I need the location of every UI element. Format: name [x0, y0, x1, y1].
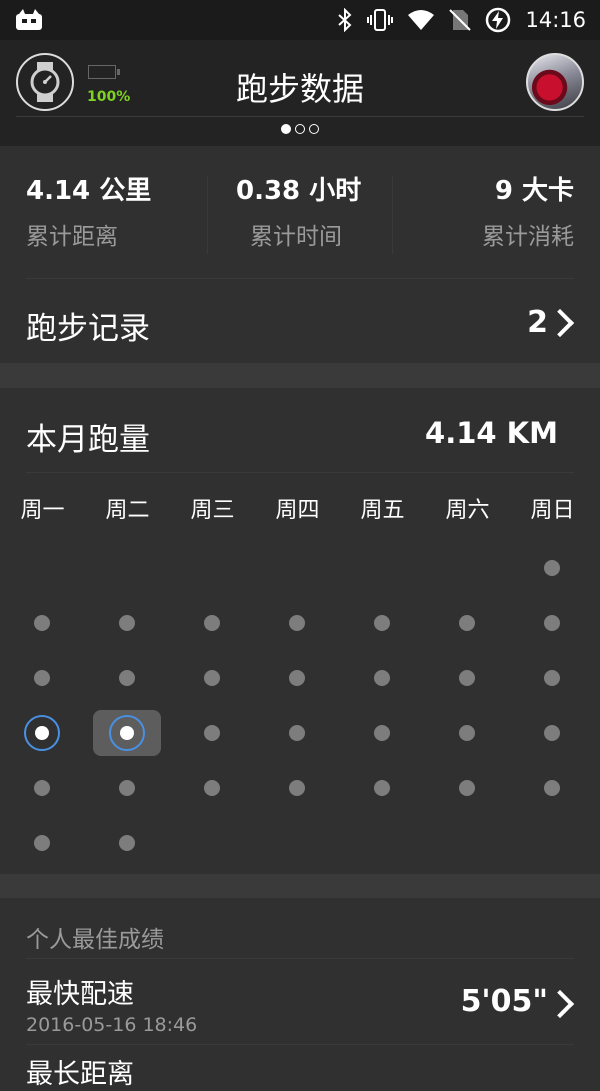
weekday-label: 周五 — [360, 498, 405, 523]
user-avatar[interactable] — [526, 53, 584, 111]
stat-calories-value: 9 大卡 — [494, 176, 574, 206]
vibrate-icon — [367, 9, 394, 31]
stat-divider — [392, 176, 393, 254]
calendar-day-dot[interactable] — [119, 780, 135, 796]
calendar-day-dot[interactable] — [289, 670, 305, 686]
calendar-day-dot[interactable] — [119, 670, 135, 686]
page-indicator[interactable] — [0, 124, 600, 134]
no-sim-icon — [449, 9, 472, 31]
calendar-day-dot[interactable] — [544, 560, 560, 576]
calendar-day-dot[interactable] — [204, 670, 220, 686]
stat-time-label: 累计时间 — [250, 224, 342, 250]
calendar-day-dot[interactable] — [459, 780, 475, 796]
stat-time: 0.38 小时 累计时间 — [236, 170, 361, 251]
wifi-icon — [408, 10, 435, 30]
calendar-day-dot[interactable] — [34, 670, 50, 686]
calendar-day-dot-active[interactable] — [120, 726, 134, 740]
stat-divider — [207, 176, 208, 254]
stat-calories-label: 累计消耗 — [482, 224, 574, 250]
monthly-mileage-total: 4.14 KM — [425, 416, 558, 450]
section-spacer — [0, 874, 600, 898]
run-records-row[interactable]: 跑步记录 2 — [0, 279, 600, 363]
weekday-label: 周三 — [190, 498, 235, 523]
page-dot-2[interactable] — [295, 124, 305, 134]
calendar-day-dot[interactable] — [204, 780, 220, 796]
fastest-pace-date: 2016-05-16 18:46 — [26, 1014, 198, 1036]
calendar-day-dot[interactable] — [544, 615, 560, 631]
calendar-day-dot[interactable] — [544, 670, 560, 686]
page-dot-3[interactable] — [309, 124, 319, 134]
weekday-label: 周日 — [530, 498, 575, 523]
fastest-pace-label: 最快配速 — [26, 979, 134, 1010]
longest-distance-label[interactable]: 最长距离 — [26, 1052, 134, 1091]
calendar-day-dot[interactable] — [204, 615, 220, 631]
calendar-day-dot[interactable] — [289, 725, 305, 741]
divider — [26, 472, 574, 473]
calendar-day-dot[interactable] — [459, 670, 475, 686]
calendar-day-dot[interactable] — [374, 780, 390, 796]
calendar-day-dot[interactable] — [289, 615, 305, 631]
personal-best-section: 个人最佳成绩 最快配速 2016-05-16 18:46 5'05" 最长距离 — [0, 898, 600, 1090]
page-title: 跑步数据 — [235, 70, 364, 108]
calendar-day-dot[interactable] — [544, 725, 560, 741]
summary-stats: 4.14 公里 累计距离 0.38 小时 累计时间 9 大卡 累计消耗 — [0, 146, 600, 278]
personal-best-header: 个人最佳成绩 — [26, 927, 164, 953]
weekday-label: 周四 — [275, 498, 320, 523]
calendar-day-dot[interactable] — [34, 780, 50, 796]
calendar-day-dot[interactable] — [119, 615, 135, 631]
calendar-day-dot[interactable] — [374, 615, 390, 631]
calendar-day-dot[interactable] — [34, 835, 50, 851]
calendar-day-dot[interactable] — [374, 670, 390, 686]
divider — [26, 958, 574, 959]
monthly-mileage-section: 本月跑量 4.14 KM 周一 周二 周三 周四 周五 周六 周日 — [0, 388, 600, 874]
weekday-header: 周一 周二 周三 周四 周五 周六 周日 — [0, 492, 600, 523]
battery-charging-icon — [486, 7, 511, 33]
stat-calories: 9 大卡 累计消耗 — [482, 170, 574, 251]
weekday-label: 周六 — [445, 498, 490, 523]
weekday-label: 周一 — [20, 498, 65, 523]
calendar-day-dot[interactable] — [204, 725, 220, 741]
stat-distance-label: 累计距离 — [26, 224, 118, 250]
calendar-day-dot[interactable] — [119, 835, 135, 851]
chevron-right-icon — [545, 308, 575, 338]
stat-distance: 4.14 公里 累计距离 — [26, 170, 151, 251]
stat-distance-value: 4.14 公里 — [26, 176, 152, 206]
run-records-label: 跑步记录 — [26, 311, 150, 347]
monthly-mileage-title: 本月跑量 — [26, 422, 150, 458]
section-spacer — [0, 363, 600, 388]
calendar-day-dot[interactable] — [459, 615, 475, 631]
android-notification-icon — [16, 9, 42, 30]
page-dot-1[interactable] — [281, 124, 291, 134]
divider — [26, 1044, 574, 1045]
chevron-right-icon — [545, 989, 575, 1019]
fastest-pace-value: 5'05" — [460, 984, 548, 1019]
bluetooth-icon — [338, 8, 352, 32]
stat-time-value: 0.38 小时 — [236, 176, 362, 206]
calendar-day-dot[interactable] — [34, 615, 50, 631]
calendar-day-dot[interactable] — [459, 725, 475, 741]
calendar-day-dot-active[interactable] — [35, 726, 49, 740]
status-bar: 14:16 — [0, 0, 600, 40]
header-divider — [16, 116, 584, 117]
calendar-day-dot[interactable] — [289, 780, 305, 796]
app-header: 100% 跑步数据 — [0, 40, 600, 146]
weekday-label: 周二 — [105, 498, 150, 523]
calendar-day-dot[interactable] — [544, 780, 560, 796]
calendar-day-dot[interactable] — [374, 725, 390, 741]
status-time: 14:16 — [525, 8, 586, 32]
